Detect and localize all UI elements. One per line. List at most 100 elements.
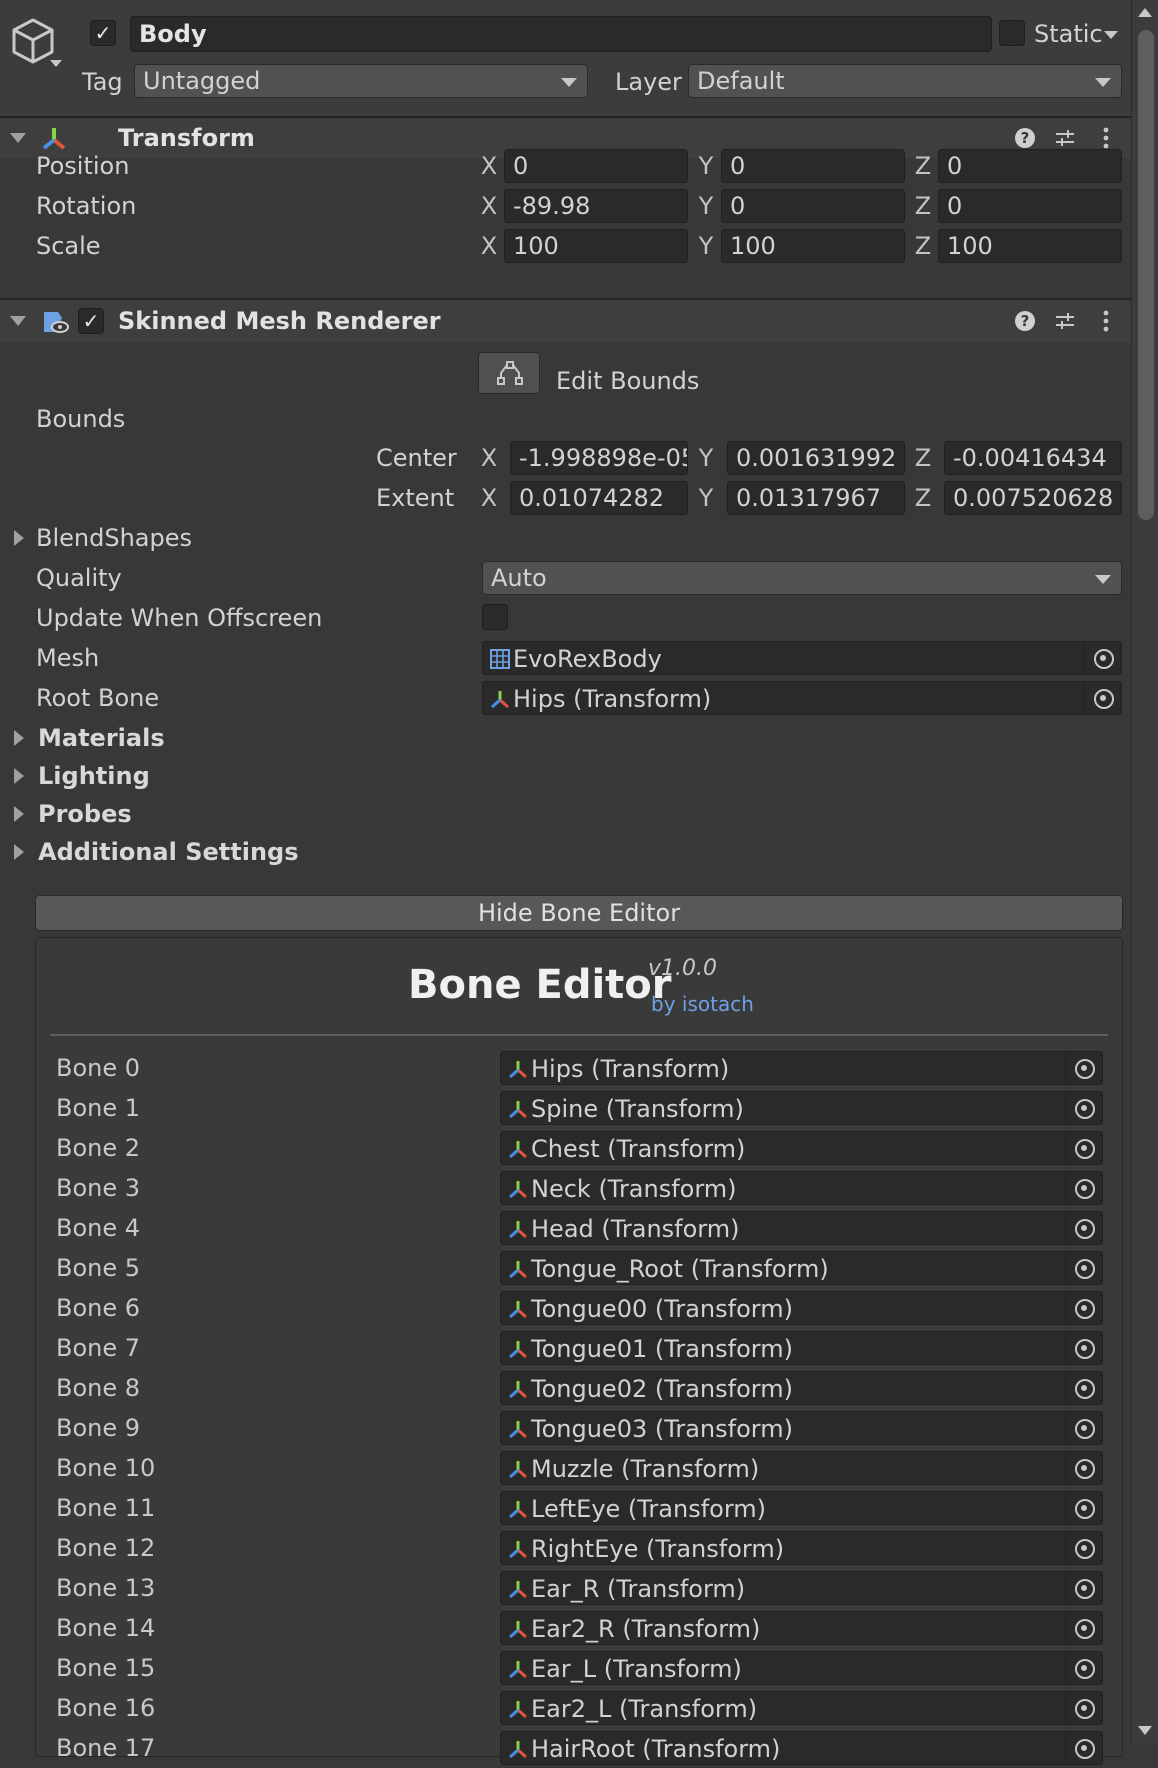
object-picker-icon[interactable] <box>1065 1372 1102 1404</box>
object-picker-icon[interactable] <box>1065 1172 1102 1204</box>
object-picker-icon[interactable] <box>1065 1412 1102 1444</box>
center-z-field[interactable]: -0.00416434 <box>944 441 1122 475</box>
bone-object-field[interactable]: Tongue02 (Transform) <box>500 1371 1103 1405</box>
object-picker-icon[interactable] <box>1065 1252 1102 1284</box>
extent-z-field[interactable]: 0.007520628 <box>944 481 1122 515</box>
transform-y-field[interactable]: 0 <box>721 149 905 183</box>
bone-object-field[interactable]: Ear2_R (Transform) <box>500 1611 1103 1645</box>
bone-object-field[interactable]: Tongue00 (Transform) <box>500 1291 1103 1325</box>
bone-object-field[interactable]: Tongue_Root (Transform) <box>500 1251 1103 1285</box>
transform-y-field[interactable]: 100 <box>721 229 905 263</box>
tag-dropdown[interactable]: Untagged <box>134 64 588 98</box>
static-label[interactable]: Static <box>1034 14 1103 54</box>
transform-z-field[interactable]: 100 <box>938 229 1122 263</box>
extent-y-field[interactable]: 0.01317967 <box>727 481 905 515</box>
object-picker-icon[interactable] <box>1065 1572 1102 1604</box>
root-bone-field[interactable]: Hips (Transform) <box>482 681 1122 715</box>
foldout-collapsed-icon[interactable] <box>14 730 24 746</box>
center-y-field[interactable]: 0.001631992 <box>727 441 905 475</box>
kebab-menu-icon[interactable] <box>1098 310 1114 332</box>
smr-enabled-toggle[interactable]: ✓ <box>78 308 104 334</box>
transform-z-field[interactable]: 0 <box>938 189 1122 223</box>
bone-object-field[interactable]: HairRoot (Transform) <box>500 1731 1103 1765</box>
bone-object-field[interactable]: Neck (Transform) <box>500 1171 1103 1205</box>
scroll-thumb[interactable] <box>1138 30 1154 520</box>
bone-object-field[interactable]: Muzzle (Transform) <box>500 1451 1103 1485</box>
transform-x-field[interactable]: 0 <box>504 149 688 183</box>
bone-transform-value: Neck (Transform) <box>531 1175 737 1203</box>
object-picker-icon[interactable] <box>1065 1652 1102 1684</box>
icon-dropdown-caret[interactable] <box>50 60 62 67</box>
scroll-up-arrow[interactable] <box>1138 8 1152 17</box>
transform-y-field[interactable]: 0 <box>721 189 905 223</box>
bone-object-field[interactable]: Head (Transform) <box>500 1211 1103 1245</box>
object-picker-icon[interactable] <box>1065 1052 1102 1084</box>
transform-z-field[interactable]: 0 <box>938 149 1122 183</box>
object-name-field[interactable]: Body <box>130 16 992 52</box>
static-dropdown-caret[interactable] <box>1104 31 1118 39</box>
layer-label: Layer <box>615 68 682 96</box>
bone-editor-author-link[interactable]: by isotach <box>651 992 754 1016</box>
object-picker-icon[interactable] <box>1065 1332 1102 1364</box>
bone-row-label: Bone 12 <box>56 1534 156 1562</box>
center-x-field[interactable]: -1.998898e-05 <box>510 441 688 475</box>
object-picker-icon[interactable] <box>1065 1092 1102 1124</box>
bone-object-field[interactable]: Ear_R (Transform) <box>500 1571 1103 1605</box>
object-picker-icon[interactable] <box>1065 1612 1102 1644</box>
foldout-additional-settings[interactable]: Additional Settings <box>38 832 299 872</box>
bone-object-field[interactable]: Tongue01 (Transform) <box>500 1331 1103 1365</box>
object-picker-icon[interactable] <box>1065 1732 1102 1764</box>
foldout-expanded-icon[interactable] <box>10 316 26 326</box>
bone-row-label: Bone 15 <box>56 1654 156 1682</box>
inspector-scrollbar[interactable] <box>1131 0 1158 1744</box>
static-toggle[interactable] <box>999 20 1025 46</box>
smr-header[interactable]: ✓ Skinned Mesh Renderer ? <box>0 298 1132 342</box>
object-picker-icon[interactable] <box>1065 1132 1102 1164</box>
object-picker-icon[interactable] <box>1065 1212 1102 1244</box>
bone-object-field[interactable]: Tongue03 (Transform) <box>500 1411 1103 1445</box>
foldout-lighting[interactable]: Lighting <box>38 756 150 796</box>
transform-x-field[interactable]: -89.98 <box>504 189 688 223</box>
bone-object-field[interactable]: Chest (Transform) <box>500 1131 1103 1165</box>
scroll-down-arrow[interactable] <box>1138 1726 1152 1735</box>
object-picker-icon[interactable] <box>1065 1532 1102 1564</box>
object-picker-icon[interactable] <box>1065 1692 1102 1724</box>
bone-object-field[interactable]: Ear_L (Transform) <box>500 1651 1103 1685</box>
picker-dot <box>1081 1105 1087 1111</box>
foldout-collapsed-icon[interactable] <box>14 806 24 822</box>
bone-object-field[interactable]: Spine (Transform) <box>500 1091 1103 1125</box>
kebab-menu-icon[interactable] <box>1098 127 1114 149</box>
foldout-collapsed-icon[interactable] <box>14 768 24 784</box>
bone-object-field[interactable]: LeftEye (Transform) <box>500 1491 1103 1525</box>
transform-axes-icon <box>509 1261 527 1279</box>
object-picker-icon[interactable] <box>1084 682 1121 714</box>
bone-row-label: Bone 6 <box>56 1294 141 1322</box>
bone-transform-value: Tongue_Root (Transform) <box>531 1255 829 1283</box>
object-picker-icon[interactable] <box>1065 1452 1102 1484</box>
foldout-materials[interactable]: Materials <box>38 718 165 758</box>
hide-bone-editor-button[interactable]: Hide Bone Editor <box>35 895 1123 931</box>
quality-dropdown[interactable]: Auto <box>482 561 1122 595</box>
foldout-expanded-icon[interactable] <box>10 133 26 143</box>
mesh-field[interactable]: EvoRexBody <box>482 641 1122 675</box>
edit-bounds-button[interactable] <box>478 352 540 394</box>
bone-object-field[interactable]: RightEye (Transform) <box>500 1531 1103 1565</box>
extent-x-field[interactable]: 0.01074282 <box>510 481 688 515</box>
active-toggle[interactable]: ✓ <box>90 20 116 46</box>
help-icon[interactable]: ? <box>1015 311 1035 331</box>
bone-object-field[interactable]: Hips (Transform) <box>500 1051 1103 1085</box>
blendshapes-label[interactable]: BlendShapes <box>36 518 192 558</box>
object-picker-icon[interactable] <box>1084 642 1121 674</box>
foldout-probes[interactable]: Probes <box>38 794 132 834</box>
object-picker-icon[interactable] <box>1065 1292 1102 1324</box>
blendshapes-foldout-icon[interactable] <box>14 530 24 546</box>
transform-x-field[interactable]: 100 <box>504 229 688 263</box>
bone-object-field[interactable]: Ear2_L (Transform) <box>500 1691 1103 1725</box>
update-offscreen-toggle[interactable] <box>482 604 508 630</box>
layer-dropdown[interactable]: Default <box>688 64 1122 98</box>
foldout-collapsed-icon[interactable] <box>14 844 24 860</box>
help-icon[interactable]: ? <box>1015 128 1035 148</box>
object-picker-icon[interactable] <box>1065 1492 1102 1524</box>
presets-icon[interactable] <box>1054 127 1076 149</box>
presets-icon[interactable] <box>1054 310 1076 332</box>
